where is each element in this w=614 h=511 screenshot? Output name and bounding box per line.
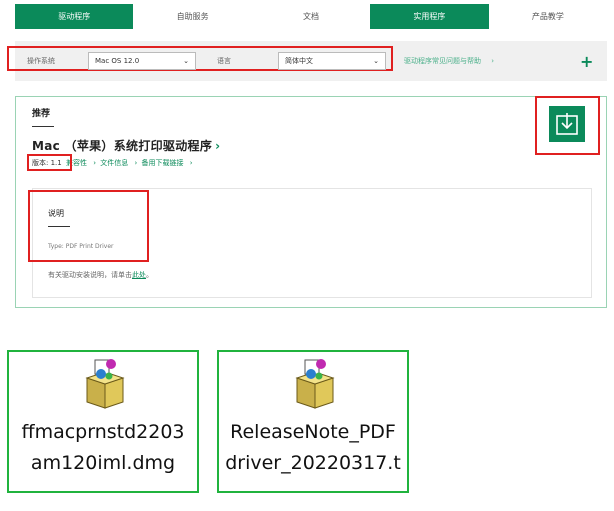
file-info-link[interactable]: 文件信息 [100, 159, 128, 167]
os-select-value: Mac OS 12.0 [95, 57, 140, 65]
os-label: 操作系统 [27, 57, 55, 65]
download-icon [556, 113, 578, 135]
tab-documents[interactable]: 文档 [252, 4, 370, 29]
chevron-down-icon: ⌄ [183, 57, 189, 65]
file-item-dmg[interactable]: ffmacprnstd2203 am120iml.dmg [7, 350, 199, 493]
install-note-end: 。 [146, 271, 153, 279]
file-info-link-label: 文件信息 [100, 159, 129, 167]
language-label: 语言 [217, 57, 231, 65]
top-nav: 驱动程序 自助服务 文档 实用程序 产品教学 [15, 4, 607, 29]
installer-package-icon [295, 359, 335, 409]
chevron-right-icon: › [215, 139, 221, 153]
install-note-link[interactable]: 此处 [132, 271, 146, 279]
chevron-down-icon: ⌄ [373, 57, 379, 65]
tab-product-tutorial[interactable]: 产品教学 [489, 4, 607, 29]
expand-plus-button[interactable]: + [580, 52, 593, 71]
chevron-right-icon: › [491, 57, 495, 65]
chevron-right-icon: › [134, 159, 138, 167]
file-name-line1: ffmacprnstd2203 [21, 421, 185, 443]
description-heading: 说明 [48, 209, 64, 218]
help-link[interactable]: 驱动程序常见问题与帮助 › [404, 56, 494, 66]
file-name-line2: am120iml.dmg [30, 452, 176, 474]
description-underline [48, 226, 70, 227]
tab-label: 产品教学 [531, 12, 564, 21]
tab-utilities[interactable]: 实用程序 [370, 4, 489, 29]
product-title-text: Mac （苹果）系统打印驱动程序 [32, 139, 213, 153]
driver-type-text: Type: PDF Print Driver [48, 243, 114, 250]
tab-label: 实用程序 [413, 12, 446, 21]
install-note: 有关驱动安装说明，请单击此处。 [48, 270, 153, 280]
language-select-value: 简体中文 [285, 57, 313, 65]
file-item-release-note[interactable]: ReleaseNote_PDF driver_20220317.t [217, 350, 409, 493]
installer-package-icon [85, 359, 125, 409]
tab-drivers[interactable]: 驱动程序 [15, 4, 134, 29]
tab-label: 自助服务 [176, 12, 209, 21]
recommend-heading: 推荐 [32, 109, 51, 119]
tab-label: 文档 [303, 12, 320, 21]
help-link-label: 驱动程序常见问题与帮助 [404, 57, 481, 65]
download-button[interactable] [549, 106, 585, 142]
tab-self-service[interactable]: 自助服务 [133, 4, 251, 29]
product-title[interactable]: Mac （苹果）系统打印驱动程序 › [32, 137, 220, 154]
highlight-box-description [28, 190, 149, 262]
language-select[interactable]: 简体中文 ⌄ [278, 52, 386, 70]
install-note-text: 有关驱动安装说明，请单击 [48, 271, 132, 279]
highlight-box-version [27, 154, 72, 171]
chevron-right-icon: › [189, 159, 193, 167]
tab-label: 驱动程序 [58, 12, 91, 21]
file-name-line1: ReleaseNote_PDF [230, 421, 396, 443]
backup-download-link[interactable]: 备用下载链接 [142, 159, 184, 167]
backup-download-link-label: 备用下载链接 [141, 159, 184, 167]
os-select[interactable]: Mac OS 12.0 ⌄ [88, 52, 196, 70]
file-name-line2: driver_20220317.t [225, 452, 401, 474]
chevron-right-icon: › [93, 159, 96, 167]
heading-underline [32, 126, 54, 127]
